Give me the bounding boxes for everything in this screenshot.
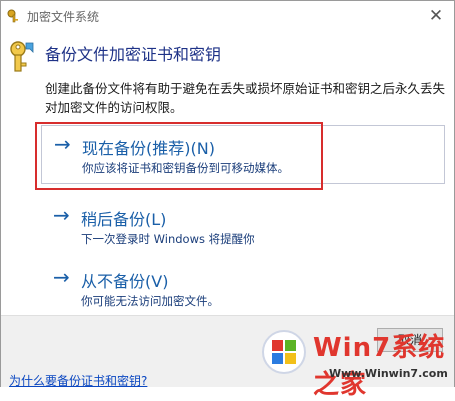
- watermark: Win7系统之家 Www.Winwin7.com: [261, 323, 451, 400]
- arrow-right-icon: →: [53, 203, 70, 227]
- watermark-brand: Win7系统之家: [313, 333, 446, 400]
- option-subtitle: 你可能无法访问加密文件。: [81, 294, 219, 308]
- watermark-url: Www.Winwin7.com: [329, 367, 448, 380]
- page-heading: 备份文件加密证书和密钥: [45, 45, 222, 64]
- windows-logo-icon: [262, 330, 306, 374]
- help-link[interactable]: 为什么要备份证书和密钥?: [9, 372, 147, 389]
- arrow-right-icon: →: [53, 265, 70, 289]
- never-backup-option[interactable]: → 从不备份(V) 你可能无法访问加密文件。: [41, 259, 441, 319]
- option-title: 从不备份(V): [81, 272, 169, 291]
- key-icon: [10, 41, 34, 72]
- option-subtitle: 下一次登录时 Windows 将提醒你: [81, 232, 255, 246]
- backup-later-option[interactable]: → 稍后备份(L) 下一次登录时 Windows 将提醒你: [41, 197, 441, 257]
- highlight-outline: [35, 122, 323, 190]
- title-bar: 加密文件系统 ✕: [1, 1, 454, 31]
- close-button[interactable]: ✕: [424, 5, 448, 27]
- window-title: 加密文件系统: [27, 10, 100, 24]
- option-title: 稍后备份(L): [81, 210, 167, 229]
- key-icon: [7, 9, 18, 23]
- dialog-window: 加密文件系统 ✕ 备份文件加密证书和密钥 创建此备份文件将有助于避免在丢失或损坏…: [0, 0, 455, 400]
- description-text: 创建此备份文件将有助于避免在丢失或损坏原始证书和密钥之后永久丢失对加密文件的访问…: [45, 81, 446, 115]
